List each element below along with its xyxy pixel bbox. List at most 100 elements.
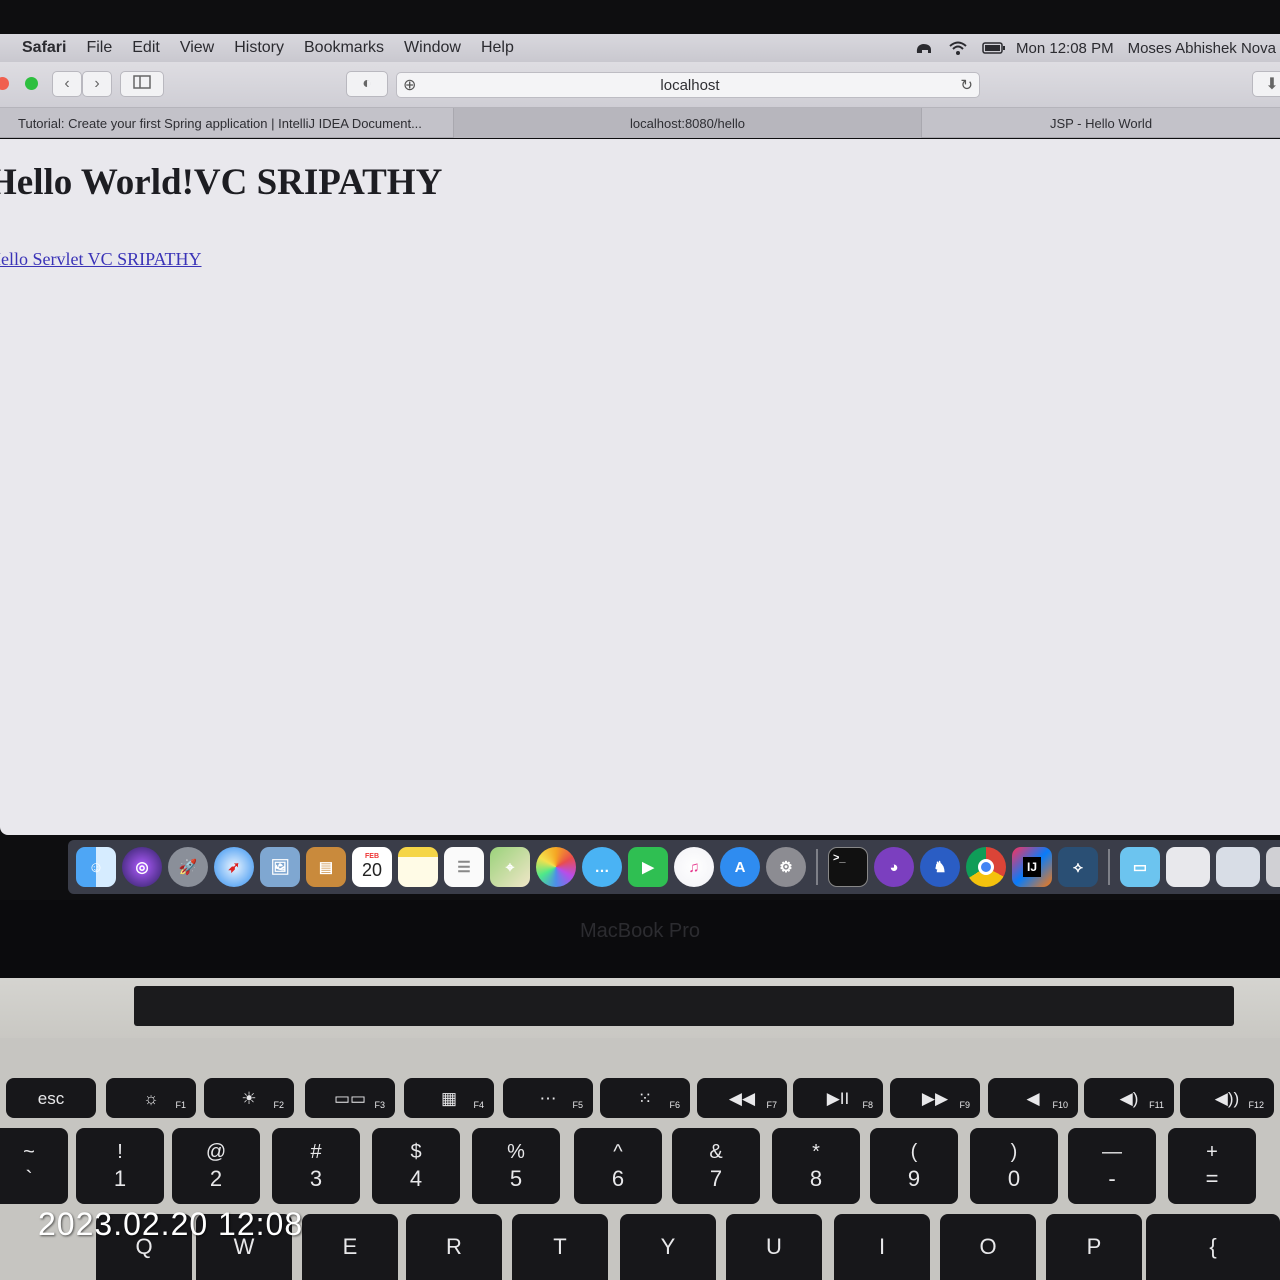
- contacts-icon[interactable]: ▤: [306, 847, 346, 887]
- letter-key[interactable]: I: [834, 1214, 930, 1280]
- downloads-folder-icon[interactable]: ▭: [1120, 847, 1160, 887]
- downloads-button[interactable]: ⬇: [1252, 71, 1280, 97]
- preview-icon[interactable]: 🖼: [260, 847, 300, 887]
- privacy-button[interactable]: ◐: [346, 71, 388, 97]
- key-letter: R: [446, 1234, 462, 1259]
- facetime-icon[interactable]: ▶: [628, 847, 668, 887]
- tab-jsp-hello-world[interactable]: JSP - Hello World: [922, 108, 1280, 138]
- sidebar-button[interactable]: [120, 71, 164, 97]
- number-key[interactable]: #3: [272, 1128, 360, 1204]
- f9-key[interactable]: ▶▶ F9: [890, 1078, 980, 1118]
- maps-icon[interactable]: ⌖: [490, 847, 530, 887]
- number-key[interactable]: $4: [372, 1128, 460, 1204]
- f8-key[interactable]: ▶II F8: [793, 1078, 883, 1118]
- siri-icon[interactable]: ◎: [122, 847, 162, 887]
- letter-key[interactable]: T: [512, 1214, 608, 1280]
- f12-key[interactable]: ◀)) F12: [1180, 1078, 1274, 1118]
- f11-key[interactable]: ◀) F11: [1084, 1078, 1174, 1118]
- letter-key[interactable]: Y: [620, 1214, 716, 1280]
- key-base-symbol: 9: [907, 1166, 921, 1191]
- f1-key[interactable]: ☼ F1: [106, 1078, 196, 1118]
- close-window-button[interactable]: [0, 77, 9, 90]
- messages-icon[interactable]: …: [582, 847, 622, 887]
- documents-stack-icon[interactable]: [1166, 847, 1210, 887]
- forward-icon: ›: [94, 75, 100, 92]
- sequel-icon[interactable]: ♞: [920, 847, 960, 887]
- reminders-icon[interactable]: ☰: [444, 847, 484, 887]
- tab-bar: Tutorial: Create your first Spring appli…: [0, 108, 1280, 138]
- letter-key[interactable]: U: [726, 1214, 822, 1280]
- github-desktop-icon[interactable]: ◕: [874, 847, 914, 887]
- esc-key[interactable]: esc: [6, 1078, 96, 1118]
- menu-edit[interactable]: Edit: [122, 39, 170, 57]
- f3-key[interactable]: ▭▭ F3: [305, 1078, 395, 1118]
- number-key[interactable]: + =: [1168, 1128, 1256, 1204]
- f6-key[interactable]: ⁙ F6: [600, 1078, 690, 1118]
- key-shift-symbol: %: [507, 1141, 525, 1163]
- back-button[interactable]: ‹: [52, 71, 82, 97]
- system-preferences-icon[interactable]: ⚙: [766, 847, 806, 887]
- reload-icon[interactable]: ↻: [960, 76, 973, 94]
- letter-key[interactable]: O: [940, 1214, 1036, 1280]
- number-key[interactable]: * 8: [772, 1128, 860, 1204]
- number-key[interactable]: @2: [172, 1128, 260, 1204]
- key-fn-label: F8: [862, 1100, 873, 1110]
- menu-history[interactable]: History: [224, 39, 294, 57]
- url-text[interactable]: localhost: [397, 77, 979, 94]
- itunes-icon[interactable]: ♫: [674, 847, 714, 887]
- desktop-stack-icon[interactable]: [1216, 847, 1260, 887]
- f7-key[interactable]: ◀◀ F7: [697, 1078, 787, 1118]
- f2-key[interactable]: ☀ F2: [204, 1078, 294, 1118]
- calendar-day: 20: [361, 860, 383, 880]
- number-key[interactable]: — -: [1068, 1128, 1156, 1204]
- f5-key[interactable]: ⋯ F5: [503, 1078, 593, 1118]
- menu-view[interactable]: View: [170, 39, 224, 57]
- number-key[interactable]: ) 0: [970, 1128, 1058, 1204]
- number-key[interactable]: (9: [870, 1128, 958, 1204]
- clock[interactable]: Mon 12:08 PM: [1016, 40, 1114, 57]
- number-key[interactable]: % 5: [472, 1128, 560, 1204]
- key-symbol: ◀◀: [728, 1088, 756, 1108]
- calendar-icon[interactable]: FEB 20: [352, 847, 392, 887]
- number-key[interactable]: ^ 6: [574, 1128, 662, 1204]
- safari-icon[interactable]: ➶: [214, 847, 254, 887]
- key-shift-symbol: $: [410, 1141, 422, 1163]
- letter-key[interactable]: E: [302, 1214, 398, 1280]
- user-name[interactable]: Moses Abhishek Nova: [1128, 40, 1276, 57]
- letter-key[interactable]: P: [1046, 1214, 1142, 1280]
- letter-key[interactable]: {: [1146, 1214, 1280, 1280]
- tab-tutorial[interactable]: Tutorial: Create your first Spring appli…: [0, 108, 454, 138]
- menu-file[interactable]: File: [76, 39, 122, 57]
- elephant-icon[interactable]: [914, 41, 934, 55]
- wifi-icon[interactable]: [948, 41, 968, 55]
- menu-help[interactable]: Help: [471, 39, 524, 57]
- menu-bookmarks[interactable]: Bookmarks: [294, 39, 394, 57]
- finder-icon[interactable]: ☺: [76, 847, 116, 887]
- f4-key[interactable]: ▦ F4: [404, 1078, 494, 1118]
- mysql-workbench-icon[interactable]: ⟡: [1058, 847, 1098, 887]
- photos-icon[interactable]: [536, 847, 576, 887]
- terminal-icon[interactable]: >_: [828, 847, 868, 887]
- battery-icon[interactable]: [982, 41, 1006, 55]
- number-key[interactable]: ! 1: [76, 1128, 164, 1204]
- app-store-icon[interactable]: A: [720, 847, 760, 887]
- f10-key[interactable]: ◀ F10: [988, 1078, 1078, 1118]
- hello-servlet-link[interactable]: Hello Servlet VC SRIPATHY: [0, 249, 202, 270]
- zoom-window-button[interactable]: [25, 77, 38, 90]
- key-base-symbol: 7: [709, 1166, 723, 1191]
- number-key[interactable]: & 7: [672, 1128, 760, 1204]
- trash-icon[interactable]: [1266, 847, 1280, 887]
- intellij-icon[interactable]: IJ: [1012, 847, 1052, 887]
- address-bar[interactable]: ⊕ localhost ↻: [396, 72, 980, 98]
- menu-app-safari[interactable]: Safari: [0, 39, 76, 57]
- menu-window[interactable]: Window: [394, 39, 471, 57]
- launchpad-icon[interactable]: 🚀: [168, 847, 208, 887]
- tab-localhost-hello[interactable]: localhost:8080/hello: [454, 108, 922, 138]
- key-base-symbol: 0: [1007, 1166, 1021, 1191]
- forward-button[interactable]: ›: [82, 71, 112, 97]
- key-base-symbol: -: [1108, 1166, 1116, 1191]
- number-key[interactable]: ~ `: [0, 1128, 68, 1204]
- notes-icon[interactable]: [398, 847, 438, 887]
- chrome-icon[interactable]: [966, 847, 1006, 887]
- letter-key[interactable]: R: [406, 1214, 502, 1280]
